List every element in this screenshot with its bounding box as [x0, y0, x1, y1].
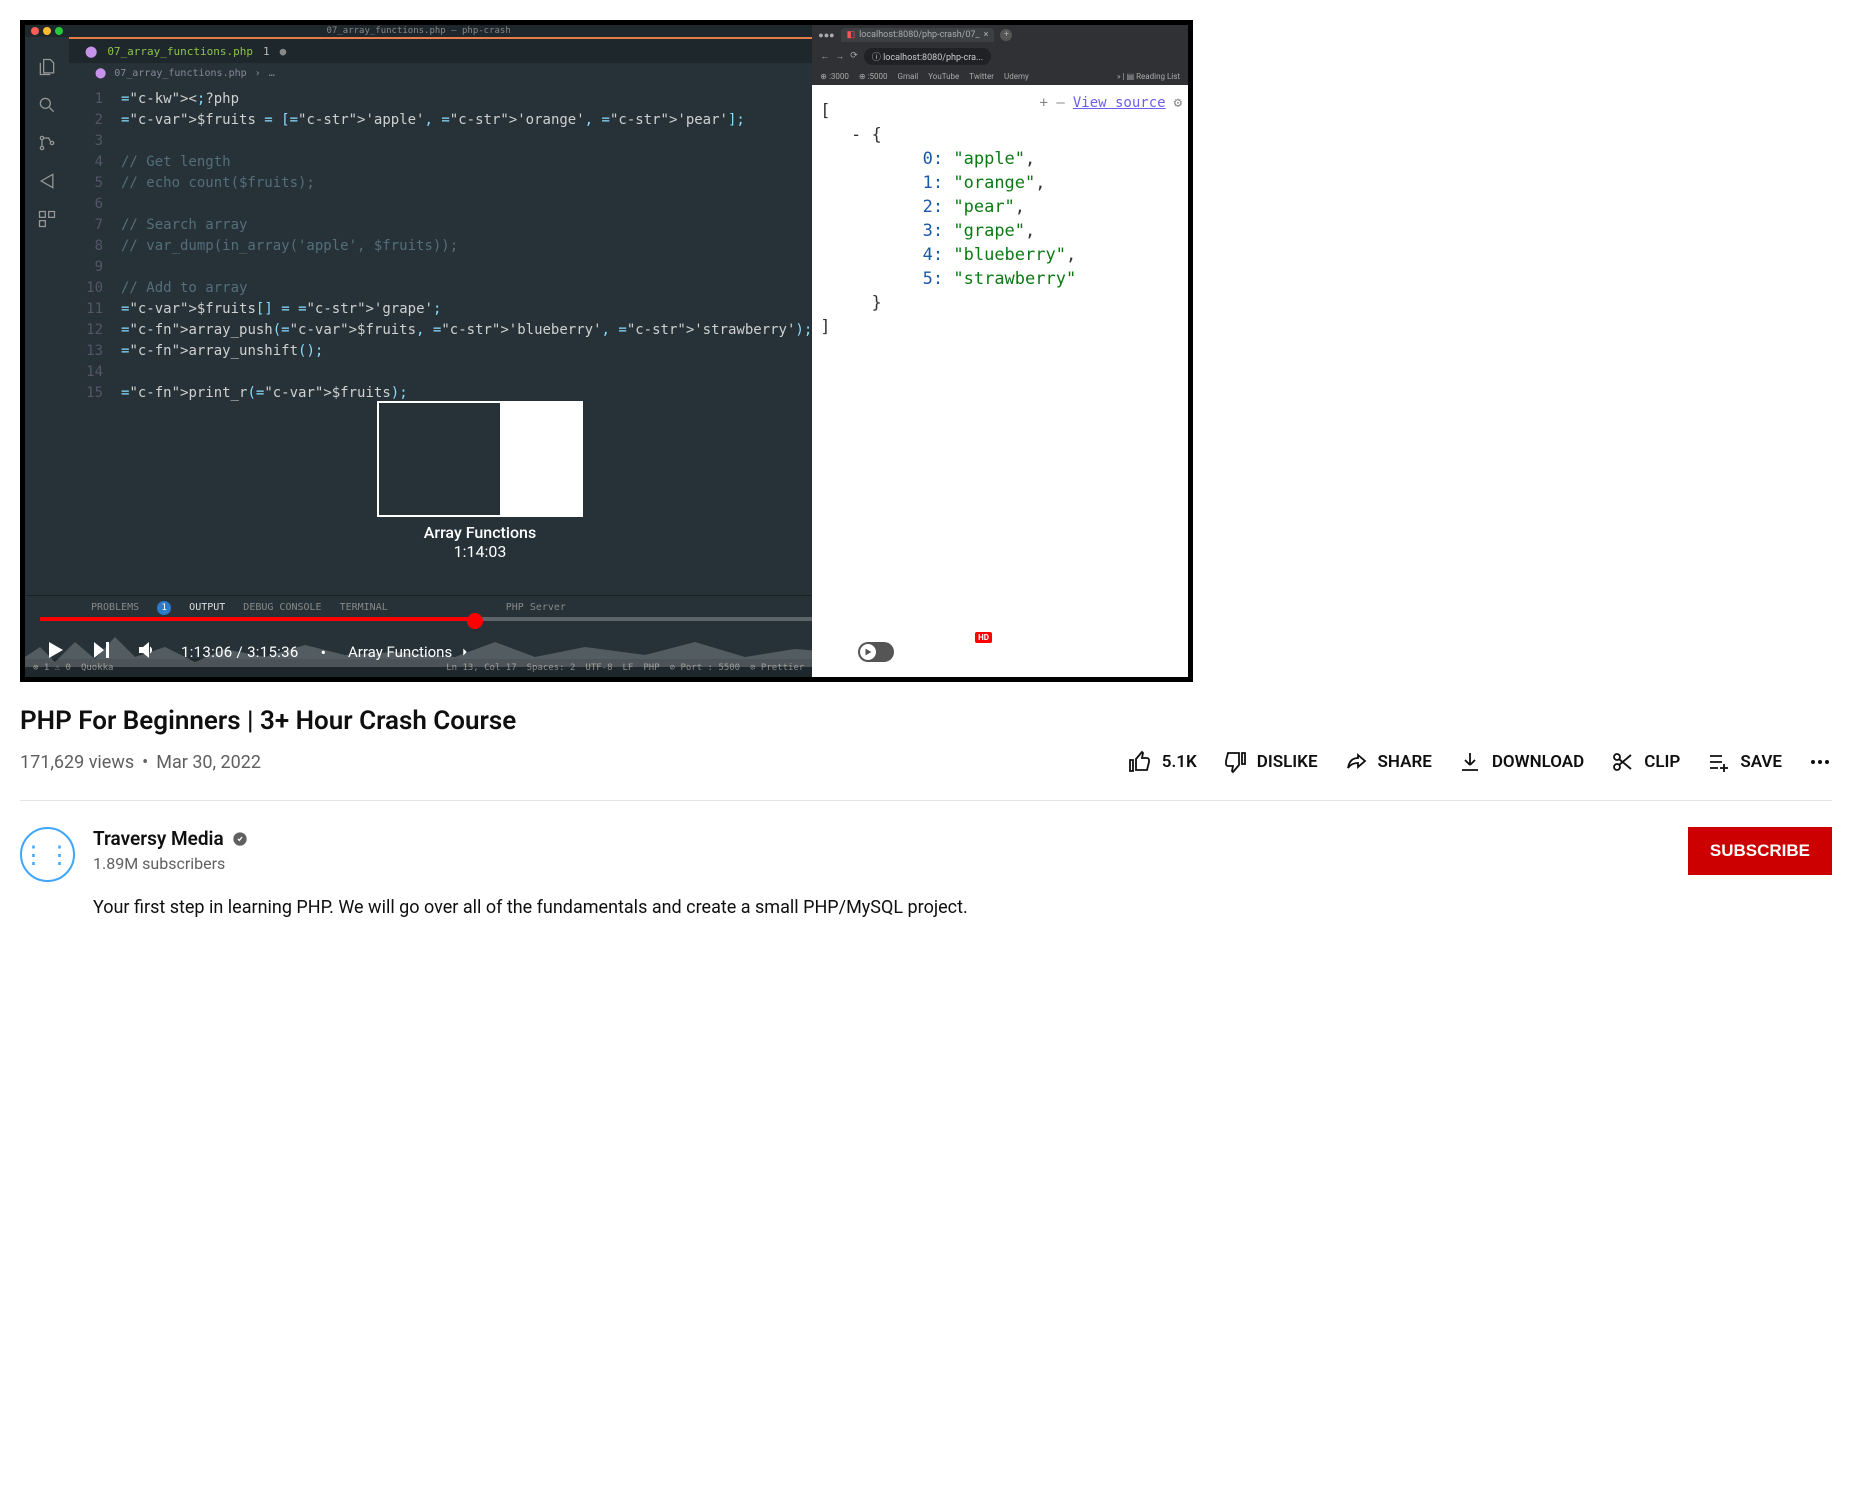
video-description: Your first step in learning PHP. We will… — [93, 895, 968, 921]
minimize-icon — [43, 27, 51, 35]
chapter-button[interactable]: Array Functions — [348, 643, 472, 661]
dislike-button[interactable]: DISLIKE — [1223, 750, 1318, 774]
browser-tab: ◧localhost:8080/php-crash/07_× — [841, 28, 995, 42]
settings-button[interactable]: HD — [962, 638, 986, 666]
tab-filename: 07_array_functions.php — [107, 45, 253, 58]
window-title: 07_array_functions.php — php-crash — [327, 26, 511, 36]
play-button[interactable] — [43, 638, 67, 666]
share-button[interactable]: SHARE — [1344, 750, 1432, 774]
save-button[interactable]: SAVE — [1706, 750, 1782, 774]
video-title: PHP For Beginners | 3+ Hour Crash Course — [20, 706, 1832, 736]
upload-date: Mar 30, 2022 — [156, 752, 261, 773]
autoplay-toggle[interactable] — [858, 642, 894, 662]
next-button[interactable] — [89, 638, 113, 666]
player-controls: 1:13:06 / 3:15:36 • Array Functions HD — [25, 627, 1188, 677]
subscribe-button[interactable]: SUBSCRIBE — [1688, 827, 1832, 875]
close-icon — [31, 27, 39, 35]
more-button[interactable] — [1808, 750, 1832, 774]
video-meta: 171,629 views • Mar 30, 2022 5.1K DISLIK… — [20, 750, 1832, 774]
ide-panel: 07_array_functions.php — php-crash ⬤ 07_… — [25, 25, 812, 677]
maximize-icon — [55, 27, 63, 35]
seek-thumbnail — [377, 401, 583, 517]
git-icon — [37, 133, 57, 153]
volume-button[interactable] — [135, 638, 159, 666]
seek-time: 1:14:03 — [377, 542, 583, 561]
seek-chapter: Array Functions — [377, 523, 583, 542]
url-bar: ⓘ localhost:8080/php-cra... — [864, 48, 991, 65]
time-display: 1:13:06 / 3:15:36 — [181, 643, 299, 661]
subscriber-count: 1.89M subscribers — [93, 854, 968, 873]
channel-name[interactable]: Traversy Media — [93, 827, 968, 850]
new-tab-icon: + — [1000, 29, 1012, 41]
verified-icon — [232, 831, 248, 847]
browser-content: + —View source⚙ [ - { 0: "apple", 1: "or… — [812, 85, 1188, 677]
extensions-icon — [37, 209, 57, 229]
video-player[interactable]: 07_array_functions.php — php-crash ⬤ 07_… — [20, 20, 1193, 682]
download-button[interactable]: DOWNLOAD — [1458, 750, 1584, 774]
files-icon — [37, 57, 57, 77]
captions-button[interactable] — [916, 638, 940, 666]
forward-icon: → — [835, 51, 844, 62]
browser-panel: ●●● ◧localhost:8080/php-crash/07_× + ← →… — [812, 25, 1188, 677]
channel-avatar[interactable]: ⋮⋮ — [20, 827, 75, 882]
activity-bar — [25, 37, 69, 677]
back-icon: ← — [820, 51, 829, 62]
editor-tab: ⬤ 07_array_functions.php 1 ● — [25, 37, 812, 63]
bookmarks-bar: ⊕ :3000 ⊕ :5000 Gmail YouTube Twitter Ud… — [812, 67, 1188, 85]
code-editor: 1="c-kw"><;?php2="c-var">$fruits = [="c-… — [25, 83, 812, 404]
debug-icon — [37, 171, 57, 191]
view-count: 171,629 views — [20, 752, 134, 773]
miniplayer-button[interactable] — [1008, 638, 1032, 666]
like-button[interactable]: 5.1K — [1128, 750, 1197, 774]
cast-button[interactable] — [1100, 638, 1124, 666]
clip-button[interactable]: CLIP — [1610, 750, 1680, 774]
progress-bar[interactable] — [40, 601, 1173, 627]
hd-badge: HD — [975, 632, 992, 643]
seek-preview: Array Functions 1:14:03 — [377, 401, 583, 561]
gear-icon: ⚙ — [1174, 91, 1182, 115]
tab-dirty-count: 1 — [263, 45, 270, 58]
theater-button[interactable] — [1054, 638, 1078, 666]
search-icon — [37, 95, 57, 115]
reload-icon: ⟳ — [850, 51, 858, 61]
view-source-link: View source — [1073, 91, 1166, 115]
breadcrumb: ⬤ 07_array_functions.php ›… — [25, 63, 812, 83]
ide-titlebar: 07_array_functions.php — php-crash — [25, 25, 812, 37]
fullscreen-button[interactable] — [1146, 638, 1170, 666]
